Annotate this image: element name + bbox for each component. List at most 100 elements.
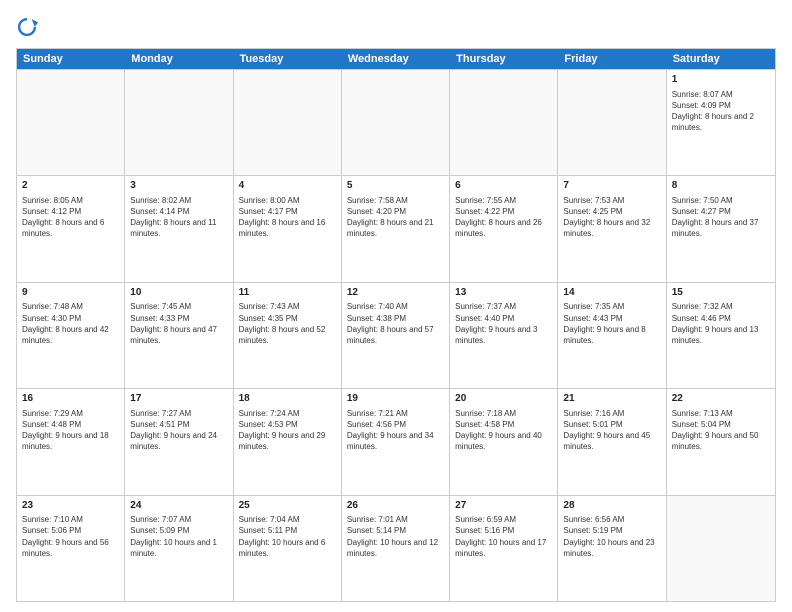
- day-info: Sunrise: 6:59 AM: [455, 514, 552, 525]
- day-info: Sunrise: 7:01 AM: [347, 514, 444, 525]
- calendar-row-0: 1Sunrise: 8:07 AMSunset: 4:09 PMDaylight…: [17, 69, 775, 175]
- header-day-monday: Monday: [125, 49, 233, 69]
- day-info: Sunset: 4:35 PM: [239, 313, 336, 324]
- day-info: Sunrise: 7:32 AM: [672, 301, 770, 312]
- calendar: SundayMondayTuesdayWednesdayThursdayFrid…: [16, 48, 776, 602]
- calendar-row-1: 2 Sunrise: 8:05 AMSunset: 4:12 PM Daylight…: [17, 175, 775, 281]
- table-row: 22Sunrise: 7:13 AMSunset: 5:04 PMDayligh…: [667, 389, 775, 494]
- day-info: Daylight: 8 hours and 32 minutes.: [563, 217, 660, 239]
- day-info: Daylight: 9 hours and 50 minutes.: [672, 430, 770, 452]
- day-info: Sunrise: 7:07 AM: [130, 514, 227, 525]
- table-row: 16Sunrise: 7:29 AMSunset: 4:48 PMDayligh…: [17, 389, 125, 494]
- day-info: Sunrise: 7:37 AM: [455, 301, 552, 312]
- table-row: 23Sunrise: 7:10 AMSunset: 5:06 PMDayligh…: [17, 496, 125, 601]
- day-info: Sunset: 5:04 PM: [672, 419, 770, 430]
- day-info: Daylight: 9 hours and 18 minutes.: [22, 430, 119, 452]
- table-row: 26Sunrise: 7:01 AMSunset: 5:14 PMDayligh…: [342, 496, 450, 601]
- table-row: 14Sunrise: 7:35 AMSunset: 4:43 PMDayligh…: [558, 283, 666, 388]
- day-info: Sunrise: 7:18 AM: [455, 408, 552, 419]
- day-info: Sunrise: 6:56 AM: [563, 514, 660, 525]
- day-info: Sunrise: 7:43 AM: [239, 301, 336, 312]
- table-row: 9Sunrise: 7:48 AMSunset: 4:30 PMDaylight…: [17, 283, 125, 388]
- day-number: 13: [455, 286, 552, 300]
- day-info: Daylight: 9 hours and 40 minutes.: [455, 430, 552, 452]
- day-number: 19: [347, 392, 444, 406]
- day-info: Sunrise: 7:40 AM: [347, 301, 444, 312]
- day-number: 6: [455, 179, 552, 193]
- day-number: 16: [22, 392, 119, 406]
- table-row: 15Sunrise: 7:32 AMSunset: 4:46 PMDayligh…: [667, 283, 775, 388]
- day-info: Sunset: 4:56 PM: [347, 419, 444, 430]
- day-info: Daylight: 8 hours and 21 minutes.: [347, 217, 444, 239]
- day-info: Daylight: 9 hours and 29 minutes.: [239, 430, 336, 452]
- day-info: Daylight: 8 hours and 2 minutes.: [672, 111, 770, 133]
- day-info: Sunset: 4:30 PM: [22, 313, 119, 324]
- day-info: Daylight: 8 hours and 57 minutes.: [347, 324, 444, 346]
- table-row: 10Sunrise: 7:45 AMSunset: 4:33 PMDayligh…: [125, 283, 233, 388]
- day-info: Daylight: 8 hours and 26 minutes.: [455, 217, 552, 239]
- day-info: Daylight: 9 hours and 34 minutes.: [347, 430, 444, 452]
- day-number: 10: [130, 286, 227, 300]
- day-info: Sunrise: 7:29 AM: [22, 408, 119, 419]
- table-row: [342, 70, 450, 175]
- day-info: Daylight: 10 hours and 1 minute.: [130, 537, 227, 559]
- table-row: 5Sunrise: 7:58 AMSunset: 4:20 PMDaylight…: [342, 176, 450, 281]
- day-number: 24: [130, 499, 227, 513]
- day-info: Daylight: 9 hours and 3 minutes.: [455, 324, 552, 346]
- table-row: 27Sunrise: 6:59 AMSunset: 5:16 PMDayligh…: [450, 496, 558, 601]
- table-row: 17Sunrise: 7:27 AMSunset: 4:51 PMDayligh…: [125, 389, 233, 494]
- day-info: Daylight: 8 hours and 42 minutes.: [22, 324, 119, 346]
- day-number: 18: [239, 392, 336, 406]
- day-info: Sunset: 4:12 PM: [22, 206, 119, 217]
- day-info: Sunrise: 7:55 AM: [455, 195, 552, 206]
- day-number: 4: [239, 179, 336, 193]
- day-number: 20: [455, 392, 552, 406]
- day-info: Sunset: 5:06 PM: [22, 525, 119, 536]
- table-row: 18Sunrise: 7:24 AMSunset: 4:53 PMDayligh…: [234, 389, 342, 494]
- day-info: Sunrise: 8:05 AM: [22, 195, 119, 206]
- logo: [16, 16, 42, 38]
- day-number: 22: [672, 392, 770, 406]
- day-info: Sunrise: 7:10 AM: [22, 514, 119, 525]
- day-info: Daylight: 9 hours and 56 minutes.: [22, 537, 119, 559]
- day-info: Sunrise: 7:21 AM: [347, 408, 444, 419]
- day-number: 2: [22, 179, 119, 193]
- table-row: 11Sunrise: 7:43 AMSunset: 4:35 PMDayligh…: [234, 283, 342, 388]
- calendar-header: SundayMondayTuesdayWednesdayThursdayFrid…: [17, 49, 775, 69]
- day-info: Daylight: 8 hours and 11 minutes.: [130, 217, 227, 239]
- day-info: Sunrise: 7:50 AM: [672, 195, 770, 206]
- calendar-row-4: 23Sunrise: 7:10 AMSunset: 5:06 PMDayligh…: [17, 495, 775, 601]
- table-row: 25Sunrise: 7:04 AMSunset: 5:11 PMDayligh…: [234, 496, 342, 601]
- table-row: 19 Sunrise: 7:21 AMSunset: 4:56 PMDayligh…: [342, 389, 450, 494]
- day-info: Sunrise: 7:27 AM: [130, 408, 227, 419]
- day-info: Sunrise: 7:16 AM: [563, 408, 660, 419]
- day-info: Sunset: 4:17 PM: [239, 206, 336, 217]
- day-info: Sunset: 4:25 PM: [563, 206, 660, 217]
- day-info: Sunrise: 7:24 AM: [239, 408, 336, 419]
- day-info: Sunset: 4:14 PM: [130, 206, 227, 217]
- day-info: Daylight: 10 hours and 23 minutes.: [563, 537, 660, 559]
- day-info: Daylight: 9 hours and 24 minutes.: [130, 430, 227, 452]
- day-number: 11: [239, 286, 336, 300]
- day-info: Sunset: 4:27 PM: [672, 206, 770, 217]
- table-row: 24Sunrise: 7:07 AMSunset: 5:09 PMDayligh…: [125, 496, 233, 601]
- header: [16, 16, 776, 38]
- table-row: 28Sunrise: 6:56 AMSunset: 5:19 PMDayligh…: [558, 496, 666, 601]
- table-row: [17, 70, 125, 175]
- day-info: Sunset: 4:33 PM: [130, 313, 227, 324]
- day-info: Sunset: 5:09 PM: [130, 525, 227, 536]
- day-number: 21: [563, 392, 660, 406]
- day-number: 7: [563, 179, 660, 193]
- header-day-thursday: Thursday: [450, 49, 558, 69]
- logo-icon: [16, 16, 38, 38]
- day-info: Sunset: 4:20 PM: [347, 206, 444, 217]
- table-row: 12Sunrise: 7:40 AMSunset: 4:38 PMDayligh…: [342, 283, 450, 388]
- header-day-tuesday: Tuesday: [234, 49, 342, 69]
- header-day-friday: Friday: [558, 49, 666, 69]
- day-info: Daylight: 8 hours and 16 minutes.: [239, 217, 336, 239]
- day-info: Daylight: 8 hours and 47 minutes.: [130, 324, 227, 346]
- day-info: Sunset: 5:01 PM: [563, 419, 660, 430]
- table-row: 6Sunrise: 7:55 AMSunset: 4:22 PMDaylight…: [450, 176, 558, 281]
- day-number: 27: [455, 499, 552, 513]
- day-number: 26: [347, 499, 444, 513]
